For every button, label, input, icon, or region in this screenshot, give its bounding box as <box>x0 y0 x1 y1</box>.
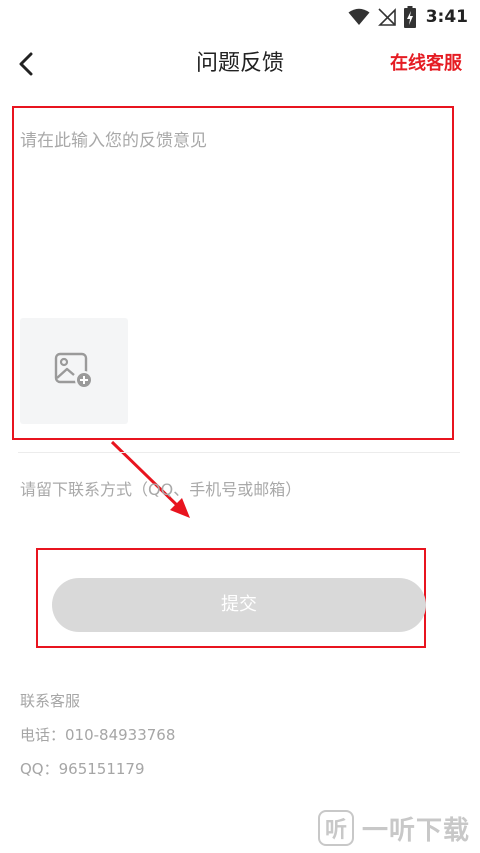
feedback-input[interactable] <box>20 126 440 306</box>
add-image-button[interactable] <box>20 318 128 424</box>
service-qq: QQ：965151179 <box>20 760 145 778</box>
status-icons: 3:41 <box>348 4 468 30</box>
watermark-logo-icon: 听 <box>317 810 354 846</box>
status-time: 3:41 <box>425 7 468 27</box>
online-service-link[interactable]: 在线客服 <box>390 50 462 78</box>
divider <box>18 452 460 453</box>
service-info-title: 联系客服 <box>20 692 81 710</box>
contact-input[interactable] <box>20 474 460 504</box>
watermark: 听 一听下载 <box>317 808 470 848</box>
status-bar: 3:41 <box>0 0 480 34</box>
no-signal-icon <box>377 8 396 26</box>
add-image-icon <box>54 352 93 389</box>
submit-button[interactable]: 提交 <box>52 578 426 632</box>
header: 问题反馈 在线客服 <box>0 34 480 94</box>
wifi-icon <box>348 8 370 25</box>
feedback-area <box>12 106 454 440</box>
battery-charging-icon <box>403 6 416 28</box>
service-phone: 电话：010-84933768 <box>20 726 176 744</box>
service-info: 联系客服 电话：010-84933768 QQ：965151179 <box>20 684 175 786</box>
watermark-text: 一听下载 <box>361 815 470 846</box>
